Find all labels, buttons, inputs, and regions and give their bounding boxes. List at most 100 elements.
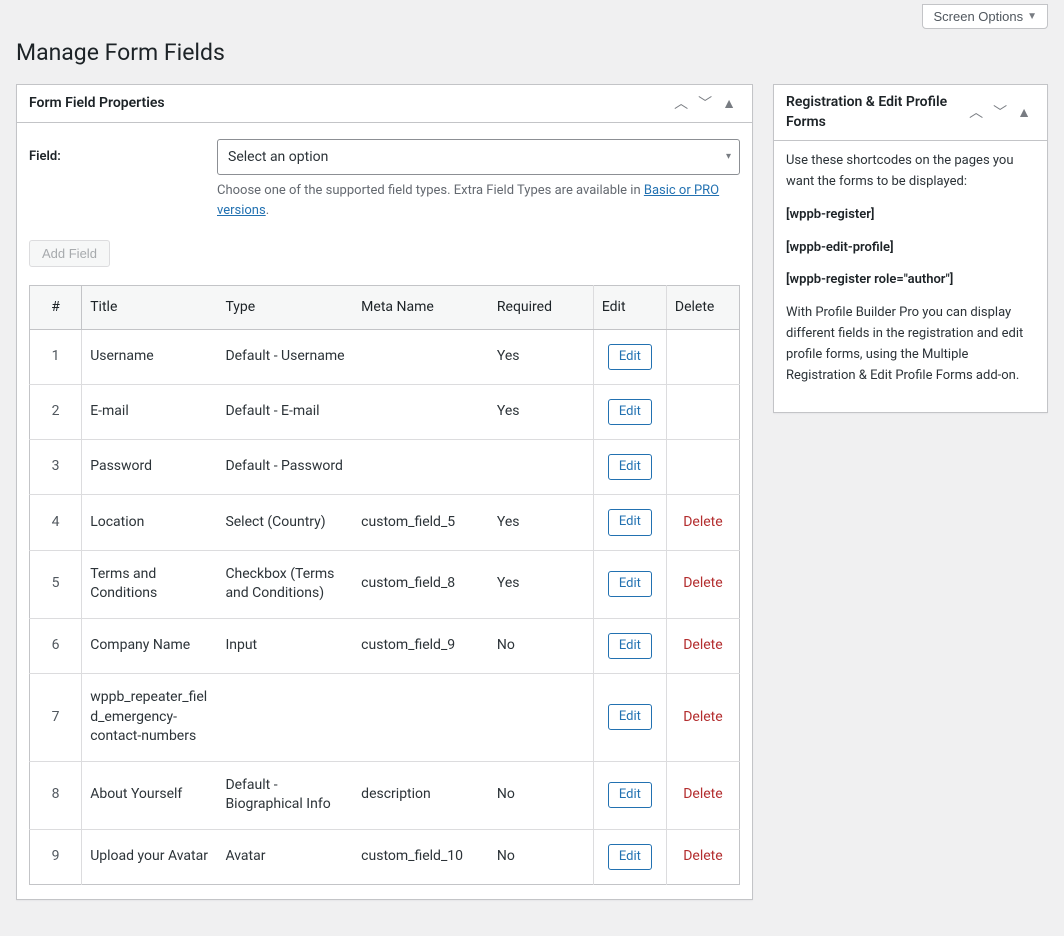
row-title: Upload your Avatar	[82, 829, 218, 884]
col-edit: Edit	[593, 286, 666, 329]
chevron-up-icon[interactable]: ︿	[670, 95, 692, 113]
edit-button[interactable]: Edit	[608, 344, 652, 370]
row-num: 2	[30, 384, 82, 439]
row-edit-cell: Edit	[593, 673, 666, 761]
row-title: E-mail	[82, 384, 218, 439]
panel-title: Form Field Properties	[29, 86, 165, 122]
row-delete-cell	[666, 329, 739, 384]
row-type: Default - E-mail	[217, 384, 353, 439]
delete-link[interactable]: Delete	[683, 575, 722, 591]
row-title: Username	[82, 329, 218, 384]
row-type: Checkbox (Terms and Conditions)	[217, 550, 353, 618]
row-num: 6	[30, 618, 82, 673]
col-required: Required	[489, 286, 593, 329]
row-num: 9	[30, 829, 82, 884]
delete-link[interactable]: Delete	[683, 709, 722, 725]
registration-forms-panel: Registration & Edit Profile Forms ︿ ﹀ ▲ …	[773, 84, 1048, 413]
delete-link[interactable]: Delete	[683, 637, 722, 653]
chevron-up-icon[interactable]: ︿	[965, 104, 987, 122]
sidebar-panel-title: Registration & Edit Profile Forms	[786, 85, 965, 140]
col-type: Type	[217, 286, 353, 329]
row-edit-cell: Edit	[593, 550, 666, 618]
table-row: 2E-mailDefault - E-mail Yes Edit	[30, 384, 740, 439]
delete-link[interactable]: Delete	[683, 514, 722, 530]
table-row: 3PasswordDefault - PasswordEdit	[30, 440, 740, 495]
row-required: Yes	[489, 384, 593, 439]
edit-button[interactable]: Edit	[608, 454, 652, 480]
page-title: Manage Form Fields	[16, 39, 1064, 66]
shortcode: [wppb-register]	[786, 205, 1035, 226]
row-edit-cell: Edit	[593, 618, 666, 673]
row-meta	[353, 440, 489, 495]
sidebar-intro: Use these shortcodes on the pages you wa…	[786, 151, 1035, 193]
row-delete-cell: Delete	[666, 761, 739, 829]
edit-button[interactable]: Edit	[608, 571, 652, 597]
row-required: No	[489, 829, 593, 884]
chevron-down-icon: ▼	[1027, 11, 1037, 22]
col-title: Title	[82, 286, 218, 329]
col-meta: Meta Name	[353, 286, 489, 329]
row-edit-cell: Edit	[593, 761, 666, 829]
table-row: 8About YourselfDefault - Biographical In…	[30, 761, 740, 829]
table-row: 7wppb_repeater_field_emergency-contact-n…	[30, 673, 740, 761]
row-title: Terms and Conditions	[82, 550, 218, 618]
screen-options-button[interactable]: Screen Options ▼	[922, 4, 1048, 29]
row-title: wppb_repeater_field_emergency-contact-nu…	[82, 673, 218, 761]
row-meta: custom_field_5	[353, 495, 489, 550]
row-num: 8	[30, 761, 82, 829]
field-help-text: Choose one of the supported field types.…	[217, 181, 740, 220]
row-delete-cell: Delete	[666, 618, 739, 673]
table-row: 4LocationSelect (Country)custom_field_5Y…	[30, 495, 740, 550]
row-meta	[353, 384, 489, 439]
row-meta: custom_field_9	[353, 618, 489, 673]
field-label: Field:	[29, 139, 199, 168]
row-num: 5	[30, 550, 82, 618]
chevron-down-icon[interactable]: ﹀	[694, 95, 716, 113]
add-field-button[interactable]: Add Field	[29, 240, 110, 267]
form-field-properties-panel: Form Field Properties ︿ ﹀ ▲ Field: Selec…	[16, 84, 753, 900]
row-type: Default - Username	[217, 329, 353, 384]
row-edit-cell: Edit	[593, 329, 666, 384]
edit-button[interactable]: Edit	[608, 633, 652, 659]
delete-link[interactable]: Delete	[683, 786, 722, 802]
edit-button[interactable]: Edit	[608, 782, 652, 808]
row-required: No	[489, 618, 593, 673]
select-placeholder: Select an option	[228, 149, 328, 165]
row-title: Company Name	[82, 618, 218, 673]
row-num: 3	[30, 440, 82, 495]
row-edit-cell: Edit	[593, 829, 666, 884]
screen-options-label: Screen Options	[933, 9, 1023, 24]
row-delete-cell: Delete	[666, 495, 739, 550]
shortcode: [wppb-register role="author"]	[786, 270, 1035, 291]
edit-button[interactable]: Edit	[608, 399, 652, 425]
table-row: 5Terms and ConditionsCheckbox (Terms and…	[30, 550, 740, 618]
shortcode: [wppb-edit-profile]	[786, 238, 1035, 259]
row-num: 1	[30, 329, 82, 384]
row-delete-cell: Delete	[666, 673, 739, 761]
row-required	[489, 440, 593, 495]
chevron-down-icon: ▾	[726, 149, 731, 165]
table-row: 1UsernameDefault - UsernameYesEdit	[30, 329, 740, 384]
field-type-select[interactable]: Select an option ▾	[217, 139, 740, 175]
row-edit-cell: Edit	[593, 495, 666, 550]
row-meta: custom_field_8	[353, 550, 489, 618]
row-delete-cell	[666, 384, 739, 439]
row-type: Input	[217, 618, 353, 673]
row-meta: custom_field_10	[353, 829, 489, 884]
table-row: 9Upload your AvatarAvatarcustom_field_10…	[30, 829, 740, 884]
caret-up-icon[interactable]: ▲	[718, 95, 740, 113]
row-delete-cell: Delete	[666, 829, 739, 884]
row-type	[217, 673, 353, 761]
delete-link[interactable]: Delete	[683, 848, 722, 864]
caret-up-icon[interactable]: ▲	[1013, 104, 1035, 122]
row-delete-cell: Delete	[666, 550, 739, 618]
row-delete-cell	[666, 440, 739, 495]
row-required: Yes	[489, 495, 593, 550]
chevron-down-icon[interactable]: ﹀	[989, 104, 1011, 122]
edit-button[interactable]: Edit	[608, 704, 652, 730]
row-type: Default - Biographical Info	[217, 761, 353, 829]
row-type: Default - Password	[217, 440, 353, 495]
row-meta: description	[353, 761, 489, 829]
col-delete: Delete	[666, 286, 739, 329]
edit-button[interactable]: Edit	[608, 509, 652, 535]
